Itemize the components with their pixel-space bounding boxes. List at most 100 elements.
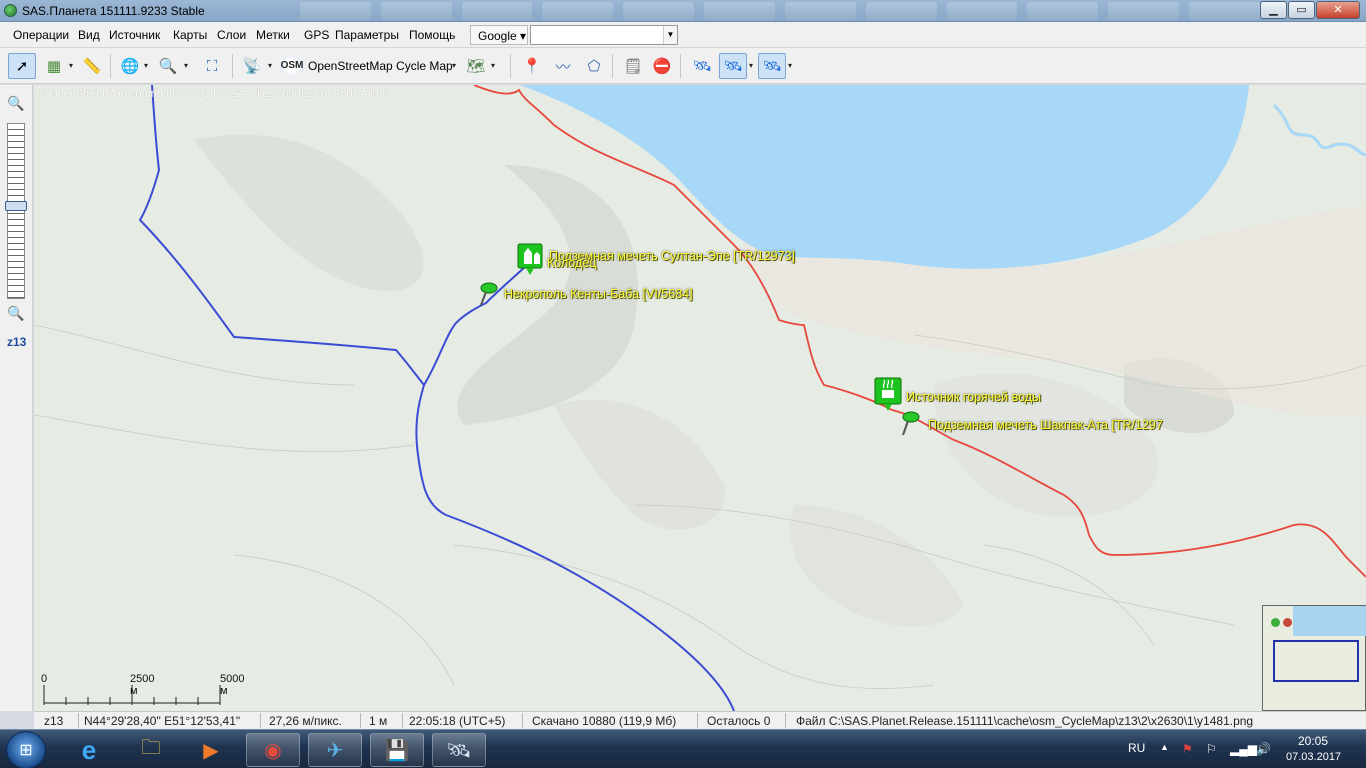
chrome-icon[interactable]: ◉ <box>246 733 300 767</box>
fullscreen-button[interactable]: ⛶ <box>198 53 226 79</box>
marker-label-shakpak-ata[interactable]: Подземная мечеть Шакпак-Ата [TR/1297 <box>928 418 1163 432</box>
add-polygon-button[interactable]: ⬠ <box>580 53 608 79</box>
map-view[interactable]: © OpenStreetMap contributors, CC-BY-SA. … <box>34 85 1366 711</box>
start-button[interactable]: ⊞ <box>6 731 46 768</box>
select-tool-button[interactable]: ➚ <box>8 53 36 79</box>
minimap[interactable] <box>1262 605 1366 711</box>
search-provider-select[interactable]: Google ▾ <box>470 25 528 45</box>
menu-settings[interactable]: Параметры <box>335 28 399 42</box>
path-icon: 〰 <box>555 58 571 76</box>
gps-track-button[interactable]: 🛰 <box>719 53 747 79</box>
marker-label-kenty-baba[interactable]: Некрополь Кенты-Баба [VI/5684] <box>504 287 693 301</box>
sas-planet-window: SAS.Планета 151111.9233 Stable ▁ ▭ ✕ Опе… <box>0 0 1366 768</box>
internet-explorer-icon[interactable]: e <box>62 733 116 767</box>
zoom-level-label: z13 <box>7 335 27 349</box>
chevron-down-icon[interactable]: ▾ <box>491 61 495 70</box>
globe-icon: 🌐 <box>120 58 140 75</box>
layers-button[interactable]: 🗺 <box>462 53 490 79</box>
zoom-slider-thumb[interactable] <box>5 201 27 211</box>
marker-label-well[interactable]: Колодец <box>547 256 596 270</box>
river <box>1272 103 1366 157</box>
pin-icon: 📍 <box>522 58 542 75</box>
close-button[interactable]: ✕ <box>1316 1 1360 19</box>
ruler-button[interactable]: 📏 <box>78 53 106 79</box>
menu-help[interactable]: Помощь <box>409 28 455 42</box>
tray-expand-icon[interactable]: ▲ <box>1160 742 1169 752</box>
polygon-icon: ⬠ <box>587 58 601 75</box>
gps-center-button[interactable]: 🛰 <box>758 53 786 79</box>
telegram-icon[interactable]: ✈ <box>308 733 362 767</box>
menu-gps[interactable]: GPS <box>304 28 329 42</box>
zoom-slider-track[interactable] <box>7 123 25 299</box>
clock-date[interactable]: 07.03.2017 <box>1286 751 1341 763</box>
gps-satellite-icon: 🛰 <box>692 58 712 75</box>
volume-icon[interactable]: 🔊 <box>1256 742 1271 756</box>
signal-strength-icon[interactable]: ▂▄▆ <box>1230 742 1257 756</box>
terrain-ridge <box>554 399 726 530</box>
select-area-button[interactable]: ▦ <box>40 53 68 79</box>
chevron-down-icon[interactable]: ▼ <box>663 26 677 44</box>
globe-button[interactable]: 🌐 <box>116 53 144 79</box>
window-title: SAS.Планета 151111.9233 Stable <box>22 4 205 18</box>
clock-time[interactable]: 20:05 <box>1298 734 1328 748</box>
chevron-down-icon[interactable]: ▾ <box>788 61 792 70</box>
status-coordinates: N44°29'28,40" E51°12'53,41" <box>84 714 241 728</box>
action-center-icon[interactable]: ⚐ <box>1206 742 1217 756</box>
menu-operations[interactable]: Операции <box>13 28 69 42</box>
satellite-dish-icon: 📡 <box>242 58 262 75</box>
status-separator <box>402 713 403 728</box>
add-path-button[interactable]: 〰 <box>549 53 577 79</box>
scale-max-label: 5000 м <box>220 673 245 697</box>
marker-label-hot-spring[interactable]: Источник горячей воды <box>906 390 1041 404</box>
sas-planet-icon[interactable]: 🛰 <box>432 733 486 767</box>
map-source-selector[interactable]: OpenStreetMap Cycle Map <box>308 59 453 73</box>
file-explorer-icon[interactable]: 🗀 <box>124 733 178 767</box>
chevron-down-icon[interactable]: ▾ <box>268 61 272 70</box>
status-zoom: z13 <box>44 714 64 728</box>
status-separator <box>78 713 79 728</box>
chevron-down-icon[interactable]: ▾ <box>69 61 73 70</box>
maximize-button[interactable]: ▭ <box>1288 1 1315 19</box>
placemarks-manager-button[interactable]: 🗒 <box>619 53 647 79</box>
chevron-down-icon[interactable]: ▾ <box>749 61 753 70</box>
floppy-app-icon[interactable]: 💾 <box>370 733 424 767</box>
search-tool-button[interactable]: 🔍 <box>154 53 182 79</box>
status-separator <box>522 713 523 728</box>
menu-source[interactable]: Источник <box>109 28 160 42</box>
placemark-list-icon: 🗒 <box>623 58 643 75</box>
gps-connect-button[interactable]: 🛰 <box>688 53 716 79</box>
zoom-in-icon[interactable]: 🔍 <box>6 93 26 113</box>
status-bar: z13 N44°29'28,40" E51°12'53,41" 27,26 м/… <box>34 711 1366 729</box>
cursor-icon: ➚ <box>15 58 29 75</box>
app-globe-icon <box>4 4 17 17</box>
minimap-zoom-in-icon[interactable] <box>1271 618 1280 627</box>
menu-view[interactable]: Вид <box>78 28 100 42</box>
menu-layers[interactable]: Слои <box>217 28 246 42</box>
minimap-zoom-out-icon[interactable] <box>1283 618 1292 627</box>
menu-placemarks[interactable]: Метки <box>256 28 290 42</box>
chevron-down-icon[interactable]: ▾ <box>144 61 148 70</box>
language-indicator[interactable]: RU <box>1128 741 1145 755</box>
toolbar-separator <box>680 54 681 78</box>
title-bar: SAS.Планета 151111.9233 Stable ▁ ▭ ✕ <box>0 0 1366 22</box>
hot-spring-marker-icon <box>874 377 902 411</box>
menu-maps[interactable]: Карты <box>173 28 207 42</box>
zoom-panel: 🔍 🔍 z13 <box>0 85 33 711</box>
add-point-button[interactable]: 📍 <box>518 53 546 79</box>
magnifier-icon: 🔍 <box>158 58 178 75</box>
toolbar-separator <box>110 54 111 78</box>
minimap-viewport-frame[interactable] <box>1273 640 1359 682</box>
windows-logo-icon: ⊞ <box>19 742 33 759</box>
gps-track-icon: 🛰 <box>723 58 743 75</box>
search-input[interactable]: ▼ <box>530 25 678 45</box>
satellite-source-button[interactable]: 📡 <box>238 53 266 79</box>
gps-center-icon: 🛰 <box>762 58 782 75</box>
minimize-button[interactable]: ▁ <box>1260 1 1287 19</box>
zoom-out-icon[interactable]: 🔍 <box>6 303 26 323</box>
chevron-down-icon[interactable]: ▾ <box>184 61 188 70</box>
hide-placemarks-button[interactable]: ⛔ <box>648 53 676 79</box>
terrain-ridge <box>790 505 964 627</box>
media-player-icon[interactable]: ▶ <box>184 733 238 767</box>
network-error-icon[interactable]: ⚑ <box>1182 742 1193 756</box>
chevron-down-icon[interactable]: ▾ <box>452 61 456 70</box>
